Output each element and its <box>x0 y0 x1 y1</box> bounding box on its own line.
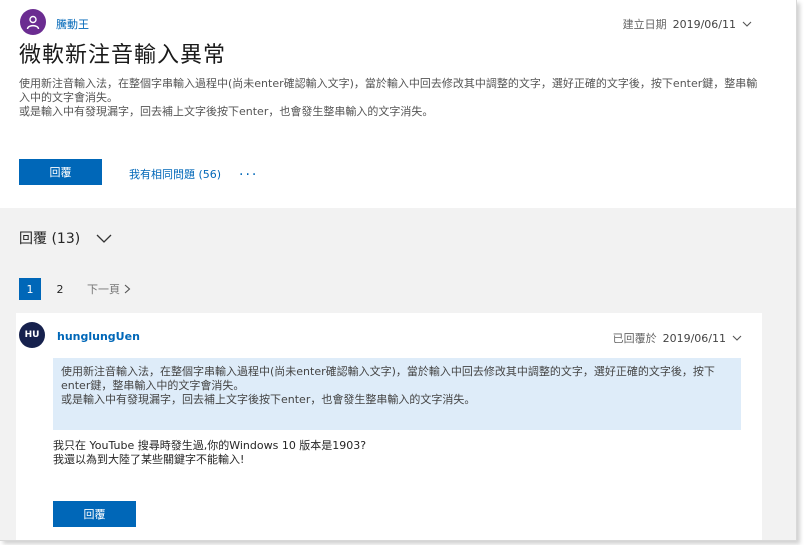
reply-button[interactable]: 回覆 <box>53 501 136 527</box>
created-date: 2019/06/11 <box>672 17 736 31</box>
page-2-button[interactable]: 2 <box>49 278 71 300</box>
next-page-label: 下一頁 <box>87 283 120 296</box>
reply-body-line: 我還以為到大陸了某些關鍵字不能輸入! <box>53 453 245 466</box>
reply-author-link[interactable]: hunglungUen <box>57 330 140 343</box>
chevron-down-icon[interactable] <box>742 19 752 29</box>
reply-body-line: 我只在 YouTube 搜尋時發生過,你的Windows 10 版本是1903? <box>53 439 367 452</box>
pagination: 1 2 下一頁 <box>19 278 131 300</box>
replies-section: 回覆 (13) 1 2 下一頁 HU hunglungUen 已回覆於 2019… <box>0 208 796 540</box>
replied-label: 已回覆於 <box>612 332 657 345</box>
page-frame: 騰動王 建立日期 2019/06/11 微軟新注音輸入異常 使用新注音輸入法，在… <box>0 0 797 541</box>
reply-body: 我只在 YouTube 搜尋時發生過,你的Windows 10 版本是1903?… <box>53 439 366 467</box>
replied-date: 2019/06/11 <box>662 331 726 345</box>
chevron-right-icon <box>124 284 131 294</box>
question-author-link[interactable]: 騰動王 <box>56 16 89 32</box>
more-options-button[interactable]: ... <box>239 163 258 179</box>
replied-info[interactable]: 已回覆於 2019/06/11 <box>613 330 742 346</box>
reply-button[interactable]: 回覆 <box>19 159 102 185</box>
created-label: 建立日期 <box>622 18 667 31</box>
same-question-link[interactable]: 我有相同問題 (56) <box>129 166 221 182</box>
replies-count-title: 回覆 (13) <box>19 231 81 247</box>
question-section: 騰動王 建立日期 2019/06/11 微軟新注音輸入異常 使用新注音輸入法，在… <box>0 0 796 208</box>
question-body-line: 使用新注音輸入法，在整個字串輸入過程中(尚未enter確認輸入文字)，當於輸入中… <box>19 77 758 104</box>
replies-header[interactable]: 回覆 (13) <box>19 228 112 248</box>
author-avatar[interactable] <box>20 9 46 35</box>
created-info[interactable]: 建立日期 2019/06/11 <box>623 16 752 32</box>
next-page-link[interactable]: 下一頁 <box>87 281 131 297</box>
reply-avatar[interactable]: HU <box>19 322 45 348</box>
chevron-down-icon[interactable] <box>96 232 112 244</box>
page-1-button[interactable]: 1 <box>19 278 41 300</box>
question-body: 使用新注音輸入法，在整個字串輸入過程中(尚未enter確認輸入文字)，當於輸入中… <box>19 77 759 119</box>
chevron-down-icon[interactable] <box>732 333 742 343</box>
reply-card: HU hunglungUen 已回覆於 2019/06/11 使用新注音輸入法，… <box>16 313 762 540</box>
person-icon <box>26 15 40 30</box>
quote-line: 使用新注音輸入法，在整個字串輸入過程中(尚未enter確認輸入文字)，當於輸入中… <box>61 365 715 392</box>
quote-line: 或是輸入中有發現漏字，回去補上文字後按下enter，也會發生整串輸入的文字消失。 <box>61 393 476 406</box>
quoted-text: 使用新注音輸入法，在整個字串輸入過程中(尚未enter確認輸入文字)，當於輸入中… <box>53 358 741 430</box>
question-body-line: 或是輸入中有發現漏字，回去補上文字後按下enter，也會發生整串輸入的文字消失。 <box>19 105 434 118</box>
page-title: 微軟新注音輸入異常 <box>19 43 227 68</box>
